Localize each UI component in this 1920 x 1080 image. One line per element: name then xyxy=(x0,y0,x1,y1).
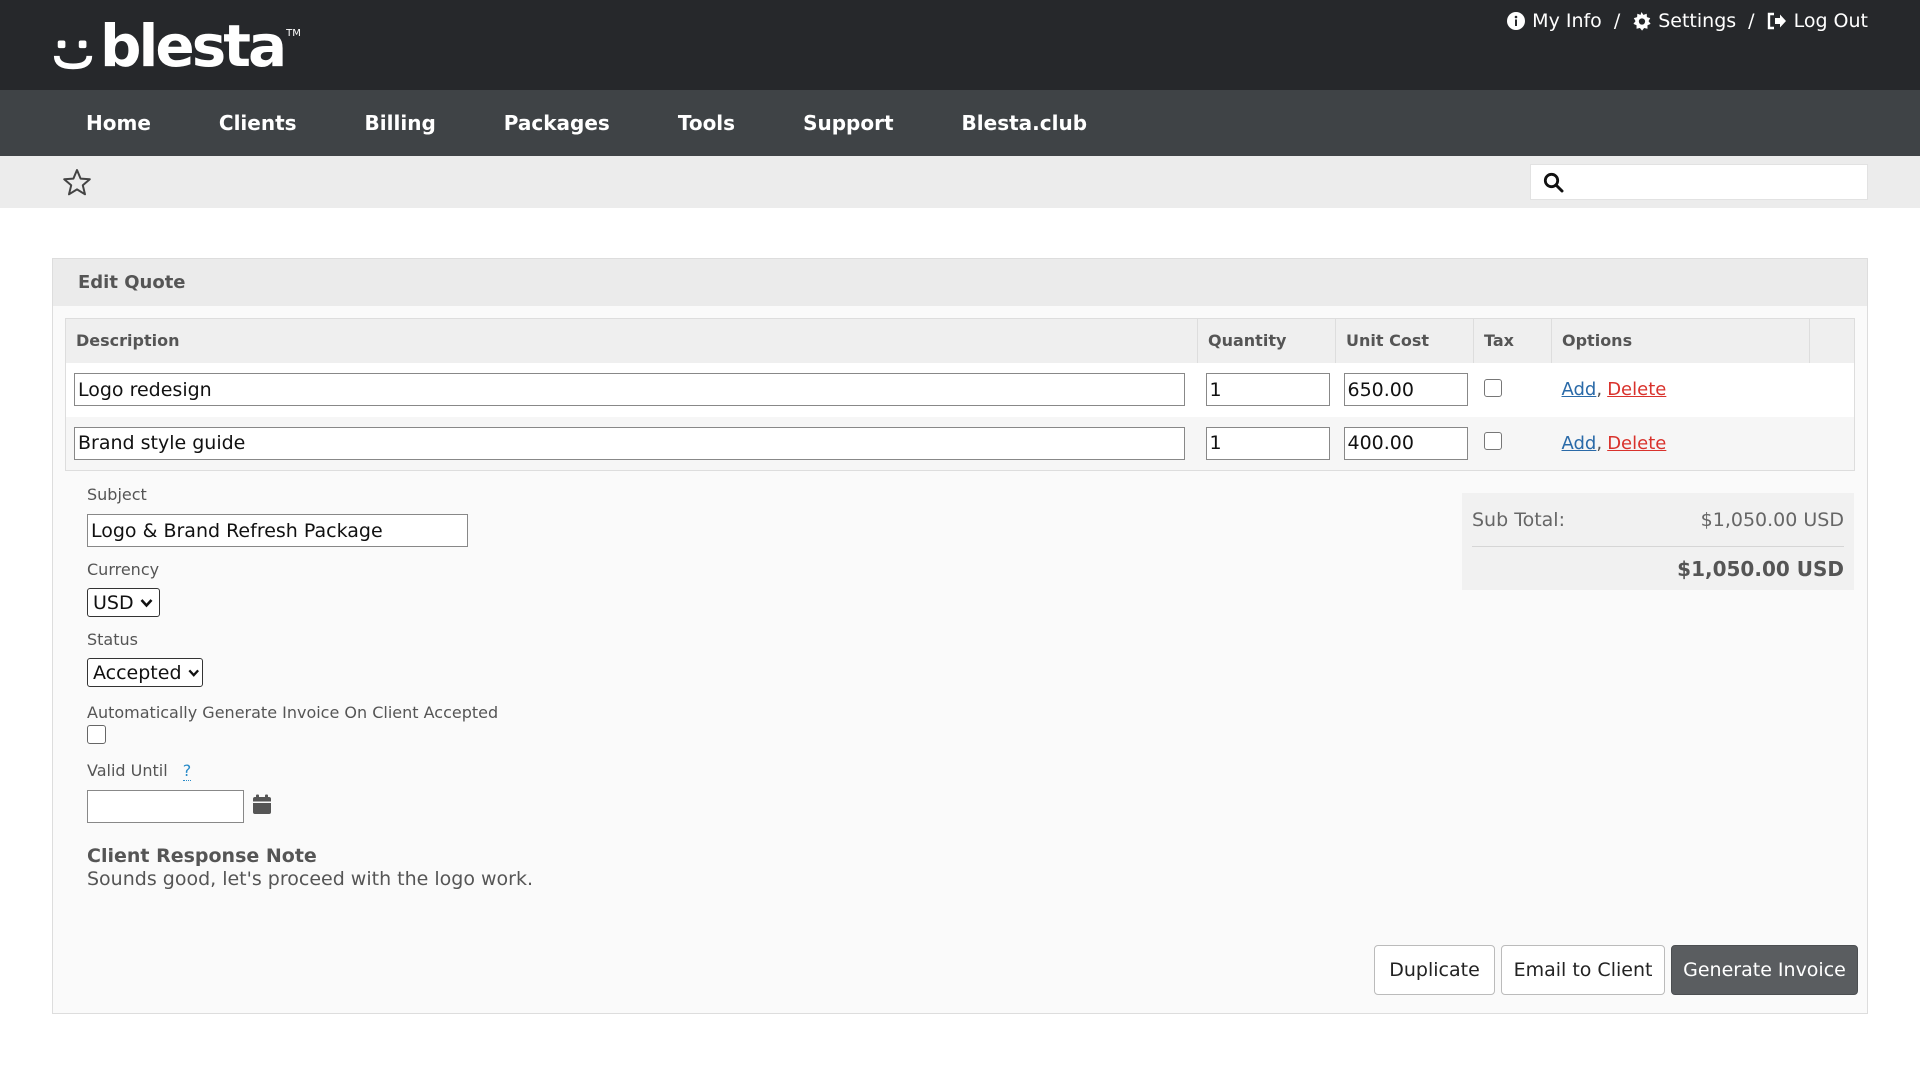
add-item-link[interactable]: Add xyxy=(1562,433,1597,454)
gear-icon xyxy=(1633,11,1651,31)
col-description: Description xyxy=(65,318,1198,363)
subtotal-label: Sub Total: xyxy=(1472,508,1565,531)
description-input[interactable] xyxy=(74,373,1185,406)
client-response-note-title: Client Response Note xyxy=(87,845,317,867)
comma-separator: , xyxy=(1596,432,1603,454)
subtotal-value: $1,050.00 USD xyxy=(1700,508,1844,531)
nav-billing[interactable]: Billing xyxy=(331,111,470,135)
total-row: $1,050.00 USD xyxy=(1472,547,1844,590)
tax-checkbox[interactable] xyxy=(1483,378,1502,397)
currency-label: Currency xyxy=(87,560,160,579)
search-input[interactable] xyxy=(1572,167,1867,197)
calendar-icon[interactable] xyxy=(252,794,272,819)
unit-cost-input[interactable] xyxy=(1343,426,1468,460)
chevron-down-icon xyxy=(140,598,153,607)
blesta-logo[interactable]: blesta TM xyxy=(52,12,301,80)
top-link-separator: / xyxy=(1613,10,1621,32)
edit-quote-panel: Edit Quote Description Quantity Unit Cos… xyxy=(52,258,1868,1014)
table-header-row: Description Quantity Unit Cost Tax Optio… xyxy=(65,318,1855,363)
comma-separator: , xyxy=(1596,379,1603,400)
col-extra xyxy=(1809,318,1855,363)
currency-selected-value: USD xyxy=(93,591,134,614)
unit-cost-input[interactable] xyxy=(1343,373,1468,406)
nav-clients[interactable]: Clients xyxy=(185,111,331,135)
panel-title: Edit Quote xyxy=(53,259,1867,306)
valid-until-input[interactable] xyxy=(87,790,244,823)
search-icon[interactable] xyxy=(1543,172,1564,193)
sign-out-icon xyxy=(1767,12,1786,30)
email-to-client-button[interactable]: Email to Client xyxy=(1501,945,1665,995)
status-selected-value: Accepted xyxy=(93,661,182,684)
settings-label: Settings xyxy=(1658,10,1737,32)
logout-link[interactable]: Log Out xyxy=(1767,10,1868,32)
nav-home[interactable]: Home xyxy=(52,111,185,135)
col-options: Options xyxy=(1551,318,1810,363)
auto-invoice-label: Automatically Generate Invoice On Client… xyxy=(87,703,499,722)
top-links: My Info / Settings / Log Out xyxy=(1507,10,1868,32)
line-items-table: Description Quantity Unit Cost Tax Optio… xyxy=(65,318,1855,471)
valid-until-text: Valid Until xyxy=(87,761,168,780)
quantity-input[interactable] xyxy=(1205,373,1330,406)
nav-blesta-club[interactable]: Blesta.club xyxy=(928,111,1122,135)
subject-label: Subject xyxy=(87,485,147,504)
top-link-separator: / xyxy=(1748,10,1755,32)
top-header: blesta TM My Info / Settings / Log Out xyxy=(0,0,1920,90)
table-row: Add, Delete xyxy=(65,416,1855,471)
delete-item-link[interactable]: Delete xyxy=(1607,433,1666,454)
auto-invoice-checkbox[interactable] xyxy=(87,725,106,744)
table-row: Add, Delete xyxy=(66,363,1855,417)
totals-box: Sub Total: $1,050.00 USD $1,050.00 USD xyxy=(1462,493,1854,590)
nav-packages[interactable]: Packages xyxy=(470,111,644,135)
duplicate-button[interactable]: Duplicate xyxy=(1374,945,1495,995)
search-box xyxy=(1530,164,1868,200)
delete-item-link[interactable]: Delete xyxy=(1607,379,1666,400)
subject-input[interactable] xyxy=(87,514,468,547)
nav-tools[interactable]: Tools xyxy=(644,111,769,135)
col-tax: Tax xyxy=(1473,318,1552,363)
my-info-label: My Info xyxy=(1532,10,1602,32)
client-response-note-body: Sounds good, let's proceed with the logo… xyxy=(87,868,534,890)
logo-text: blesta xyxy=(100,12,287,80)
sub-toolbar xyxy=(0,156,1920,208)
my-info-link[interactable]: My Info xyxy=(1507,10,1602,32)
chevron-down-icon xyxy=(187,669,199,677)
col-quantity: Quantity xyxy=(1197,318,1336,363)
logo-trademark: TM xyxy=(286,28,301,39)
description-input[interactable] xyxy=(74,426,1185,460)
help-tooltip-link[interactable]: ? xyxy=(182,761,192,781)
main-nav: Home Clients Billing Packages Tools Supp… xyxy=(0,90,1920,156)
status-label: Status xyxy=(87,630,138,649)
col-unit-cost: Unit Cost xyxy=(1335,318,1474,363)
generate-invoice-button[interactable]: Generate Invoice xyxy=(1671,945,1858,995)
valid-until-label: Valid Until ? xyxy=(87,761,192,781)
subtotal-row: Sub Total: $1,050.00 USD xyxy=(1472,493,1844,547)
status-select[interactable]: Accepted xyxy=(87,658,203,687)
nav-support[interactable]: Support xyxy=(769,111,927,135)
tax-checkbox[interactable] xyxy=(1483,432,1502,451)
settings-link[interactable]: Settings xyxy=(1632,10,1736,32)
logout-label: Log Out xyxy=(1793,10,1868,32)
quantity-input[interactable] xyxy=(1205,426,1330,460)
star-icon[interactable] xyxy=(62,168,92,201)
total-value: $1,050.00 USD xyxy=(1677,556,1844,581)
currency-select[interactable]: USD xyxy=(87,588,160,617)
add-item-link[interactable]: Add xyxy=(1562,379,1597,400)
logo-smile-icon xyxy=(53,40,93,70)
info-icon xyxy=(1507,12,1526,30)
